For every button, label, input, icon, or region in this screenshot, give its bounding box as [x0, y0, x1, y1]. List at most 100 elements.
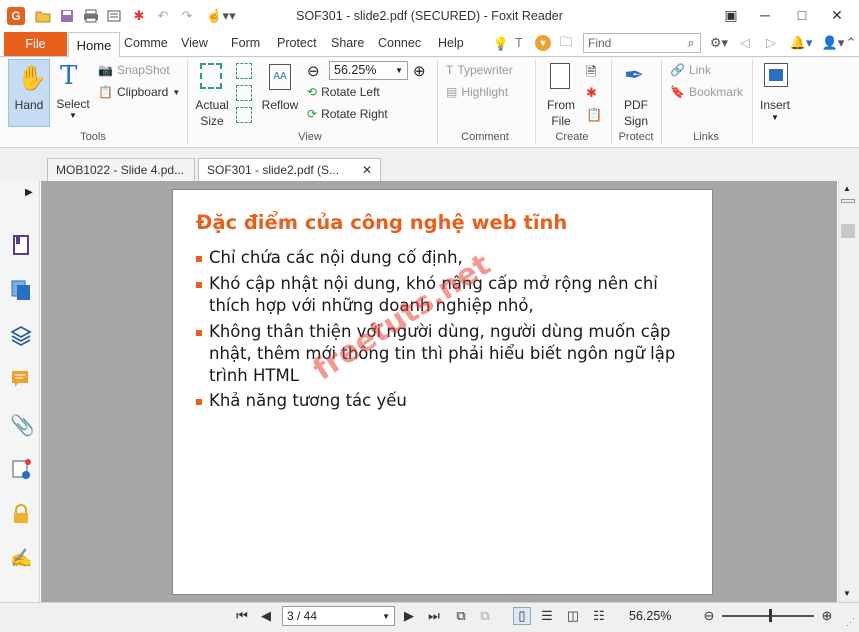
from-file-button[interactable]: From File — [542, 59, 580, 128]
comments-panel-icon[interactable] — [10, 368, 32, 390]
hand-button[interactable]: ✋ Hand — [8, 59, 50, 127]
first-page-icon[interactable]: ⏮ — [233, 607, 251, 625]
last-page-icon[interactable]: ⏭ — [425, 607, 443, 625]
single-page-icon[interactable]: ▯ — [513, 607, 531, 625]
expand-panel-arrow-icon[interactable]: ▶ — [25, 187, 33, 198]
actual-size-button[interactable]: Actual Size — [192, 59, 232, 128]
continuous-facing-icon[interactable]: ☷ — [590, 607, 608, 625]
attachments-panel-icon[interactable]: 📎 — [10, 413, 35, 437]
rotate-left-button[interactable]: ⟲ Rotate Left — [307, 85, 380, 99]
reflow-button[interactable]: AA Reflow — [258, 59, 302, 127]
group-label-view: View — [298, 131, 322, 143]
link-icon: 🔗 — [670, 63, 685, 77]
tab-comment[interactable]: Comme — [124, 36, 168, 50]
select-button[interactable]: T Select ▼ — [54, 59, 92, 127]
zoom-in-icon[interactable]: ⊕ — [818, 607, 836, 625]
bookmarks-panel-icon[interactable] — [10, 234, 32, 256]
search-folder-icon[interactable]: 🗀 — [558, 34, 574, 52]
typewriter-button[interactable]: T Typewriter — [446, 63, 513, 77]
snapshot-button[interactable]: 📷 SnapShot — [98, 63, 170, 77]
layers-panel-icon[interactable] — [10, 324, 32, 346]
lightbulb-icon[interactable]: 💡 — [493, 36, 509, 52]
hand-icon: ✋ — [17, 65, 47, 92]
scroll-up-arrow-icon[interactable]: ▲ — [843, 184, 851, 193]
link-button[interactable]: 🔗 Link — [670, 63, 711, 77]
scrollbar-split-handle[interactable] — [841, 199, 855, 203]
zoom-select[interactable]: 56.25% ▼ — [329, 61, 408, 80]
minimize-button[interactable]: ─ — [754, 5, 776, 25]
bullet-item: Chỉ chứa các nội dung cố định, — [196, 247, 676, 269]
zoom-out-icon[interactable]: ⊖ — [307, 62, 320, 80]
scanner-icon[interactable]: 🗎 — [586, 63, 596, 85]
next-view-icon[interactable]: ⧉ — [476, 607, 494, 625]
search-icon[interactable]: ⌕ — [683, 35, 699, 51]
zoom-out-icon[interactable]: ⊖ — [700, 607, 718, 625]
bullet-item: Không thân thiện với người dùng, người d… — [196, 321, 676, 387]
tab-protect[interactable]: Protect — [277, 36, 317, 50]
scrollbar-thumb[interactable] — [841, 224, 855, 238]
highlight-icon: ▤ — [446, 85, 458, 99]
tab-connect[interactable]: Connec — [378, 36, 421, 50]
previous-page-icon[interactable]: ◀ — [257, 607, 275, 625]
nav-forward-icon[interactable]: ▷ — [763, 35, 779, 51]
insert-button[interactable]: Insert ▼ — [756, 59, 794, 127]
previous-view-icon[interactable]: ⧉ — [452, 607, 470, 625]
select-text-icon: T — [60, 61, 78, 91]
divider — [611, 60, 612, 144]
highlight-button[interactable]: ▤ Highlight — [446, 85, 508, 99]
zoom-in-icon[interactable]: ⊕ — [413, 62, 426, 80]
divider — [437, 60, 438, 144]
tab-home[interactable]: Home — [68, 32, 120, 57]
from-file-icon — [550, 63, 570, 89]
bookmark-button[interactable]: 🔖 Bookmark — [670, 85, 743, 99]
tell-me-label[interactable]: T — [515, 36, 523, 50]
fit-page-icon[interactable] — [236, 63, 252, 79]
rotate-right-button[interactable]: ⟳ Rotate Right — [307, 107, 388, 121]
vertical-scrollbar[interactable] — [838, 181, 859, 602]
chevron-down-icon: ▼ — [395, 66, 403, 75]
maximize-button[interactable]: □ — [791, 5, 813, 25]
fit-width-icon[interactable] — [236, 85, 252, 101]
close-button[interactable]: ✕ — [826, 5, 848, 25]
tab-help[interactable]: Help — [438, 36, 464, 50]
collapse-ribbon-icon[interactable]: ⌃ — [843, 35, 859, 51]
fit-visible-icon[interactable] — [236, 107, 252, 123]
restore-layout-icon[interactable]: ▣ — [720, 5, 742, 25]
group-label-links: Links — [693, 131, 719, 143]
signature-panel-icon[interactable] — [10, 458, 32, 480]
tab-form[interactable]: Form — [231, 36, 260, 50]
bookmark-icon: 🔖 — [670, 85, 685, 99]
next-page-icon[interactable]: ▶ — [400, 607, 418, 625]
nav-back-icon[interactable]: ◁ — [737, 35, 753, 51]
security-lock-icon[interactable] — [10, 503, 32, 525]
continuous-page-icon[interactable]: ☰ — [538, 607, 556, 625]
resize-grip-icon[interactable]: ⋰ — [846, 617, 855, 628]
page-number-input[interactable]: 3 / 44 ▼ — [282, 606, 395, 626]
reflow-icon: AA — [269, 64, 291, 90]
heart-icon[interactable]: ♥ — [535, 35, 551, 51]
doc-tab-mob1022[interactable]: MOB1022 - Slide 4.pd... — [47, 158, 195, 181]
clipboard-create-icon[interactable]: 📋 — [586, 107, 602, 123]
clipboard-button[interactable]: 📋 Clipboard ▼ — [98, 85, 180, 99]
pdf-sign-button[interactable]: ✒ PDF Sign — [616, 59, 656, 128]
insert-icon — [764, 63, 788, 87]
bullet-marker — [196, 330, 202, 336]
close-tab-icon[interactable]: ✕ — [362, 163, 372, 177]
tab-file[interactable]: File — [4, 32, 67, 56]
pen-signature-icon[interactable]: ✍ — [10, 548, 32, 570]
chevron-down-icon: ▼ — [69, 111, 77, 120]
blank-page-icon[interactable]: ✱ — [586, 85, 597, 101]
tab-view[interactable]: View — [181, 36, 208, 50]
doc-tab-sof301[interactable]: SOF301 - slide2.pdf (S... ✕ — [198, 158, 381, 182]
settings-gear-icon[interactable]: ⚙▾ — [706, 35, 732, 51]
facing-page-icon[interactable]: ◫ — [564, 607, 582, 625]
camera-icon: 📷 — [98, 63, 113, 77]
notification-bell-icon[interactable]: 🔔▾ — [788, 35, 814, 51]
tab-share[interactable]: Share — [331, 36, 364, 50]
pages-panel-icon[interactable] — [10, 279, 32, 301]
group-label-create: Create — [555, 131, 589, 143]
zoom-slider[interactable] — [722, 615, 814, 617]
zoom-slider-thumb[interactable] — [769, 609, 772, 622]
scroll-down-arrow-icon[interactable]: ▼ — [843, 589, 851, 598]
divider — [752, 60, 753, 144]
